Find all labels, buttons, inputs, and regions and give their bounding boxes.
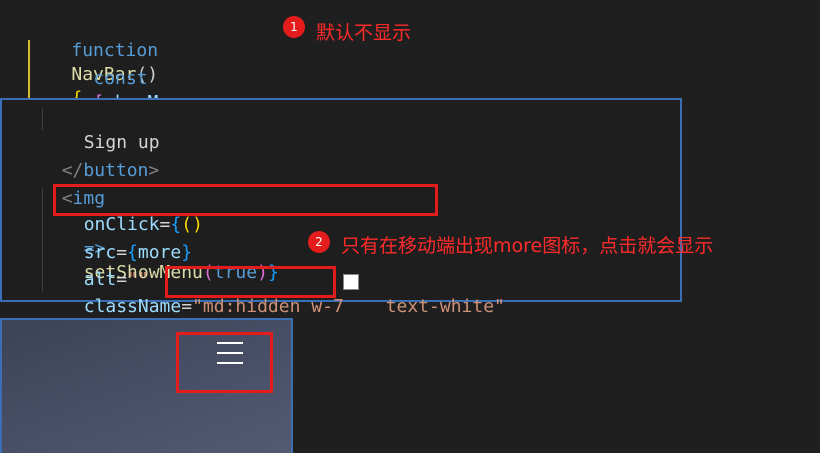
string-class-part1: "md:hidden w-7	[192, 296, 344, 317]
tag-bracket: >	[148, 160, 160, 181]
highlight-classname	[165, 266, 336, 298]
jsx-brace-close: }	[181, 242, 193, 263]
string-class-part2: text-white"	[385, 296, 505, 317]
highlight-menu-icon	[176, 332, 273, 393]
top-code-snippet: function NavBar() { const [showMenu, set…	[0, 0, 820, 185]
annotation-note-1: 默认不显示	[316, 22, 412, 44]
keyword-const: const	[93, 68, 148, 89]
attr-classname: className	[83, 296, 182, 317]
annotation-badge-1: 1	[283, 16, 305, 38]
annotation-note-2: 只有在移动端出现more图标，点击就会显示	[341, 235, 714, 257]
bracket-indent-guide	[28, 40, 30, 98]
attr-equals: =	[181, 296, 193, 317]
annotation-badge-2: 2	[308, 231, 330, 253]
color-swatch-white[interactable]	[343, 274, 359, 290]
highlight-onclick	[53, 184, 438, 216]
indent-guide	[42, 108, 43, 130]
code-line-classname-rest: text-white"	[364, 271, 505, 319]
